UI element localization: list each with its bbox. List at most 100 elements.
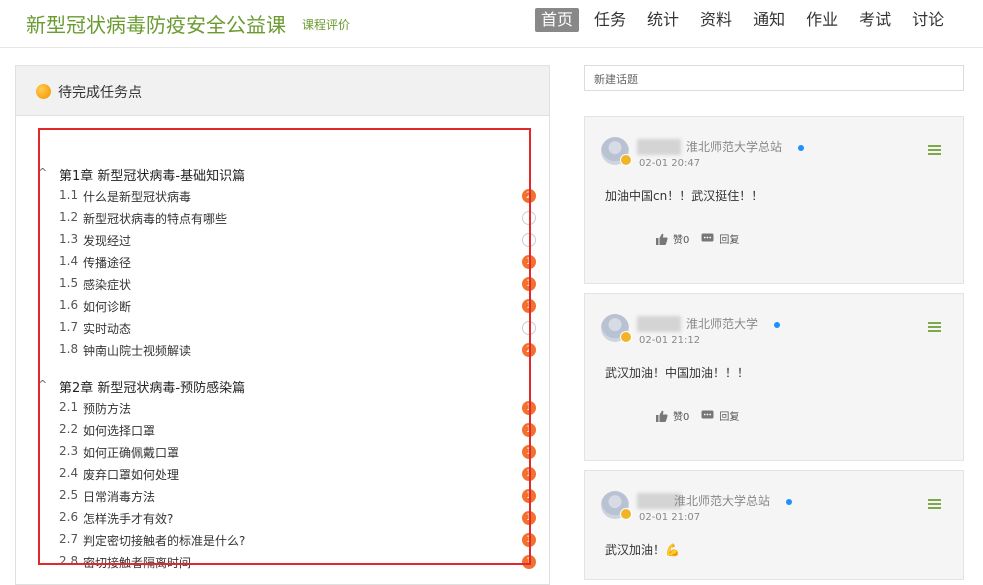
badge-icon <box>620 508 632 520</box>
flexed-biceps-icon: 💪 <box>665 543 680 557</box>
task-count-badge: 1 <box>522 489 536 503</box>
section-number: 2.8 <box>59 554 79 568</box>
section-number: 2.1 <box>59 400 79 414</box>
nav-stats[interactable]: 统计 <box>641 8 685 32</box>
section-number: 1.7 <box>59 320 79 334</box>
post-actions: 赞0 回复 <box>655 408 751 423</box>
section-title[interactable]: 新型冠状病毒的特点有哪些 <box>83 210 227 227</box>
section-item[interactable]: 2.6 怎样洗手才有效? 1 <box>16 507 550 529</box>
nav-tasks[interactable]: 任务 <box>588 8 632 32</box>
section-item[interactable]: 2.5 日常消毒方法 1 <box>16 485 550 507</box>
empty-circle-icon <box>522 211 536 225</box>
task-count-badge: 1 <box>522 467 536 481</box>
section-number: 1.6 <box>59 298 79 312</box>
post-school[interactable]: 淮北师范大学总站 <box>686 138 782 155</box>
section-item[interactable]: 1.7 实时动态 <box>16 317 550 339</box>
section-title[interactable]: 感染症状 <box>83 276 131 293</box>
section-title[interactable]: 怎样洗手才有效? <box>83 510 173 527</box>
nav-exams[interactable]: 考试 <box>853 8 897 32</box>
nav-home[interactable]: 首页 <box>535 8 580 32</box>
section-item[interactable]: 1.6 如何诊断 1 <box>16 295 550 317</box>
section-item[interactable]: 1.4 传播途径 1 <box>16 251 550 273</box>
task-count-badge: 1 <box>522 511 536 525</box>
task-count-badge: 1 <box>522 401 536 415</box>
nav-materials[interactable]: 资料 <box>694 8 738 32</box>
task-count-badge: 1 <box>522 423 536 437</box>
section-title[interactable]: 如何正确佩戴口罩 <box>83 444 179 461</box>
section-number: 1.3 <box>59 232 79 246</box>
section-title[interactable]: 什么是新型冠状病毒 <box>83 188 191 205</box>
section-list: 1.1 什么是新型冠状病毒 2 1.2 新型冠状病毒的特点有哪些 1.3 发现经过 1.4 传播… <box>16 185 550 361</box>
section-number: 2.7 <box>59 532 79 546</box>
section-item[interactable]: 1.8 钟南山院士视频解读 2 <box>16 339 550 361</box>
section-title[interactable]: 发现经过 <box>83 232 131 249</box>
section-number: 1.1 <box>59 188 79 202</box>
hamburger-menu-icon[interactable] <box>928 499 941 509</box>
chapter-title: 第2章 新型冠状病毒-预防感染篇 <box>59 381 246 396</box>
course-title[interactable]: 新型冠状病毒防疫安全公益课 <box>26 9 286 38</box>
section-title[interactable]: 传播途径 <box>83 254 131 271</box>
task-count-badge: 2 <box>522 343 536 357</box>
like-button[interactable]: 赞0 <box>655 408 689 423</box>
section-item[interactable]: 1.3 发现经过 <box>16 229 550 251</box>
chapter-header[interactable]: ^ 第2章 新型冠状病毒-预防感染篇 <box>16 375 550 397</box>
task-panel-title: 待完成任务点 <box>58 85 142 101</box>
section-title[interactable]: 判定密切接触者的标准是什么? <box>83 532 245 549</box>
hamburger-menu-icon[interactable] <box>928 322 941 332</box>
post-school[interactable]: 淮北师范大学 <box>686 315 758 332</box>
discussion-post: 淮北师范大学总站 02-01 20:47 加油中国cn！！武汉挺住！！ 赞0 回… <box>584 116 964 284</box>
nav-notices[interactable]: 通知 <box>747 8 791 32</box>
post-content: 武汉加油！中国加油！！！ <box>605 366 750 380</box>
discussion-post: 淮北师范大学 02-01 21:12 武汉加油！中国加油！！！ 赞0 回复 <box>584 293 964 461</box>
section-item[interactable]: 1.5 感染症状 1 <box>16 273 550 295</box>
chevron-up-icon[interactable]: ^ <box>38 378 47 391</box>
section-item[interactable]: 2.1 预防方法 1 <box>16 397 550 419</box>
task-panel-header: 待完成任务点 <box>16 66 549 116</box>
post-actions: 赞0 回复 <box>655 231 751 246</box>
main-nav: 首页 任务 统计 资料 通知 作业 考试 讨论 <box>535 8 959 32</box>
status-dot-icon <box>36 84 51 99</box>
section-number: 1.4 <box>59 254 79 268</box>
section-title[interactable]: 如何选择口罩 <box>83 422 155 439</box>
section-item[interactable]: 2.7 判定密切接触者的标准是什么? 1 <box>16 529 550 551</box>
section-title[interactable]: 钟南山院士视频解读 <box>83 342 191 359</box>
reply-label: 回复 <box>719 235 740 246</box>
post-content-text: 武汉加油！ <box>605 543 666 557</box>
like-label: 赞0 <box>673 412 690 423</box>
nav-homework[interactable]: 作业 <box>800 8 844 32</box>
task-count-badge: 1 <box>522 299 536 313</box>
section-item[interactable]: 2.4 废弃口罩如何处理 1 <box>16 463 550 485</box>
post-time: 02-01 21:07 <box>639 512 701 523</box>
post-content: 武汉加油！💪 <box>605 541 680 558</box>
nav-discussion[interactable]: 讨论 <box>906 8 950 32</box>
section-number: 2.2 <box>59 422 79 436</box>
new-topic-input[interactable]: 新建话题 <box>584 65 964 91</box>
section-item[interactable]: 2.2 如何选择口罩 1 <box>16 419 550 441</box>
online-dot-icon <box>798 145 804 151</box>
section-item[interactable]: 1.2 新型冠状病毒的特点有哪些 <box>16 207 550 229</box>
task-count-badge: 1 <box>522 445 536 459</box>
section-number: 1.2 <box>59 210 79 224</box>
chevron-up-icon[interactable]: ^ <box>38 166 47 179</box>
hamburger-menu-icon[interactable] <box>928 145 941 155</box>
task-count-badge: 1 <box>522 277 536 291</box>
section-title[interactable]: 实时动态 <box>83 320 131 337</box>
section-item[interactable]: 2.3 如何正确佩戴口罩 1 <box>16 441 550 463</box>
post-school[interactable]: 淮北师范大学总站 <box>674 492 770 509</box>
discussion-post: 淮北师范大学总站 02-01 21:07 武汉加油！💪 <box>584 470 964 580</box>
course-eval-link[interactable]: 课程评价 <box>302 16 350 33</box>
reply-button[interactable]: 回复 <box>701 231 739 246</box>
section-title[interactable]: 日常消毒方法 <box>83 488 155 505</box>
reply-button[interactable]: 回复 <box>701 408 739 423</box>
chapter-header[interactable]: ^ 第1章 新型冠状病毒-基础知识篇 <box>16 163 550 185</box>
section-item[interactable]: 2.8 密切接触者隔离时间 1 <box>16 551 550 570</box>
section-title[interactable]: 预防方法 <box>83 400 131 417</box>
section-number: 2.3 <box>59 444 79 458</box>
section-item[interactable]: 1.1 什么是新型冠状病毒 2 <box>16 185 550 207</box>
section-number: 1.5 <box>59 276 79 290</box>
section-title[interactable]: 密切接触者隔离时间 <box>83 554 191 570</box>
section-title[interactable]: 废弃口罩如何处理 <box>83 466 179 483</box>
like-button[interactable]: 赞0 <box>655 231 689 246</box>
section-title[interactable]: 如何诊断 <box>83 298 131 315</box>
blurred-username <box>637 139 681 155</box>
